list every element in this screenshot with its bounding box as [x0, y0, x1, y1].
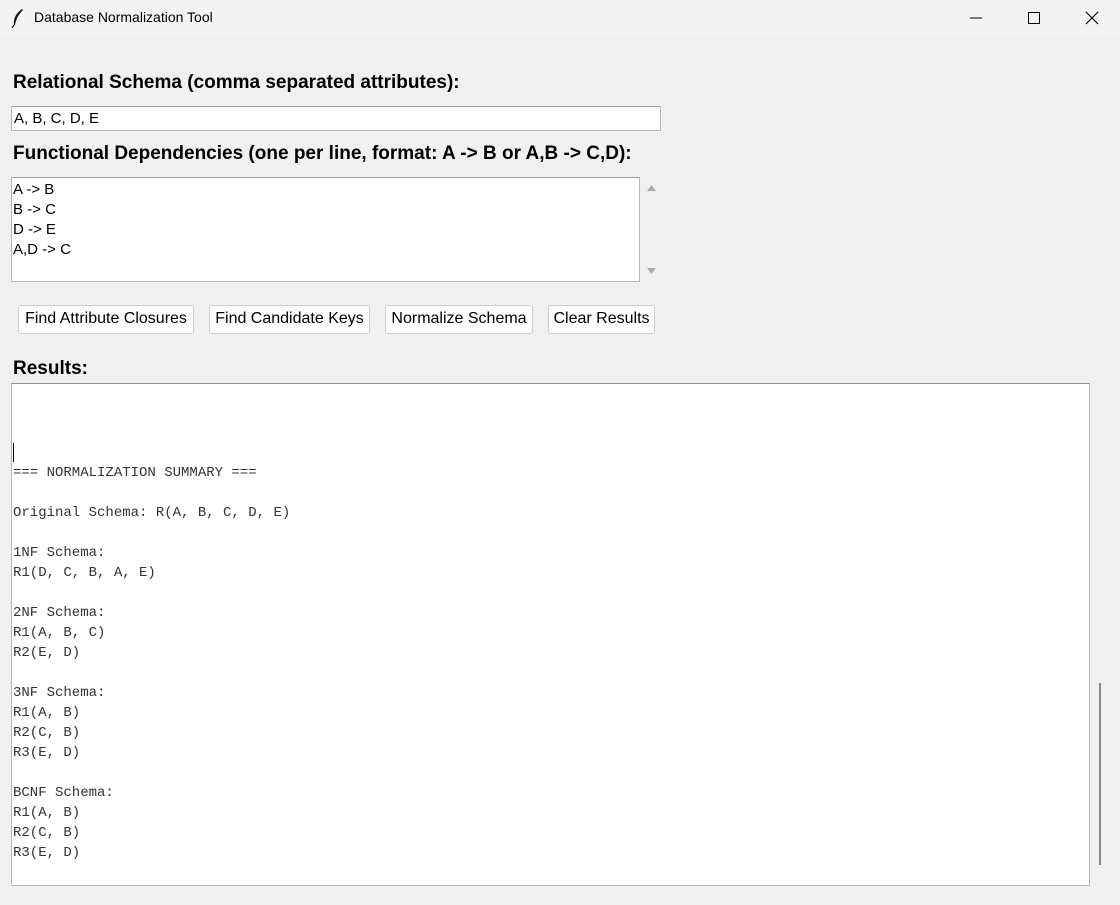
- maximize-button[interactable]: [1011, 0, 1057, 36]
- scroll-up-arrow-icon[interactable]: [643, 177, 660, 197]
- title-bar: Database Normalization Tool: [0, 0, 1120, 36]
- results-line: === NORMALIZATION SUMMARY ===: [13, 465, 257, 481]
- normalize-schema-button[interactable]: Normalize Schema: [385, 305, 533, 334]
- close-icon: [1085, 11, 1099, 25]
- find-candidate-keys-button[interactable]: Find Candidate Keys: [209, 305, 370, 334]
- fd-scrollbar[interactable]: [643, 177, 660, 282]
- clear-results-button[interactable]: Clear Results: [548, 305, 655, 334]
- results-line: 3NF Schema:: [13, 685, 106, 701]
- results-line: R2(E, D): [13, 645, 81, 661]
- fd-line: D -> E: [13, 221, 56, 238]
- text-cursor: [13, 443, 14, 462]
- results-line: R1(D, C, B, A, E): [13, 565, 156, 581]
- fd-line: A,D -> C: [13, 241, 71, 258]
- results-textarea[interactable]: === NORMALIZATION SUMMARY === Original S…: [11, 383, 1090, 886]
- minimize-button[interactable]: [953, 0, 999, 36]
- results-line: R2(C, B): [13, 825, 81, 841]
- results-line: [13, 663, 290, 683]
- fd-line: B -> C: [13, 201, 56, 218]
- results-output: === NORMALIZATION SUMMARY === Original S…: [13, 463, 290, 863]
- close-button[interactable]: [1069, 0, 1115, 36]
- results-line: [13, 483, 290, 503]
- results-label: Results:: [13, 358, 88, 379]
- maximize-icon: [1028, 12, 1040, 24]
- results-line: R3(E, D): [13, 745, 81, 761]
- results-line: BCNF Schema:: [13, 785, 114, 801]
- results-line: R1(A, B, C): [13, 625, 106, 641]
- results-line: [13, 523, 290, 543]
- find-attribute-closures-button[interactable]: Find Attribute Closures: [18, 305, 194, 334]
- results-line: R2(C, B): [13, 725, 81, 741]
- results-line: 1NF Schema:: [13, 545, 106, 561]
- results-line: R1(A, B): [13, 805, 81, 821]
- minimize-icon: [970, 17, 982, 19]
- window-title: Database Normalization Tool: [34, 9, 213, 25]
- results-line: [13, 763, 290, 783]
- feather-icon: [11, 9, 23, 28]
- fd-label: Functional Dependencies (one per line, f…: [13, 143, 632, 164]
- results-line: Original Schema: R(A, B, C, D, E): [13, 505, 291, 521]
- results-line: [13, 583, 290, 603]
- results-line: 2NF Schema:: [13, 605, 106, 621]
- results-line: R3(E, D): [13, 845, 81, 861]
- scroll-down-arrow-icon[interactable]: [643, 262, 660, 282]
- schema-input[interactable]: [11, 106, 661, 131]
- fd-textarea[interactable]: A -> B B -> C D -> E A,D -> C: [11, 177, 640, 282]
- fd-line: A -> B: [13, 181, 55, 198]
- results-scrollbar-thumb[interactable]: [1099, 683, 1101, 865]
- results-line: R1(A, B): [13, 705, 81, 721]
- schema-label: Relational Schema (comma separated attri…: [13, 72, 460, 93]
